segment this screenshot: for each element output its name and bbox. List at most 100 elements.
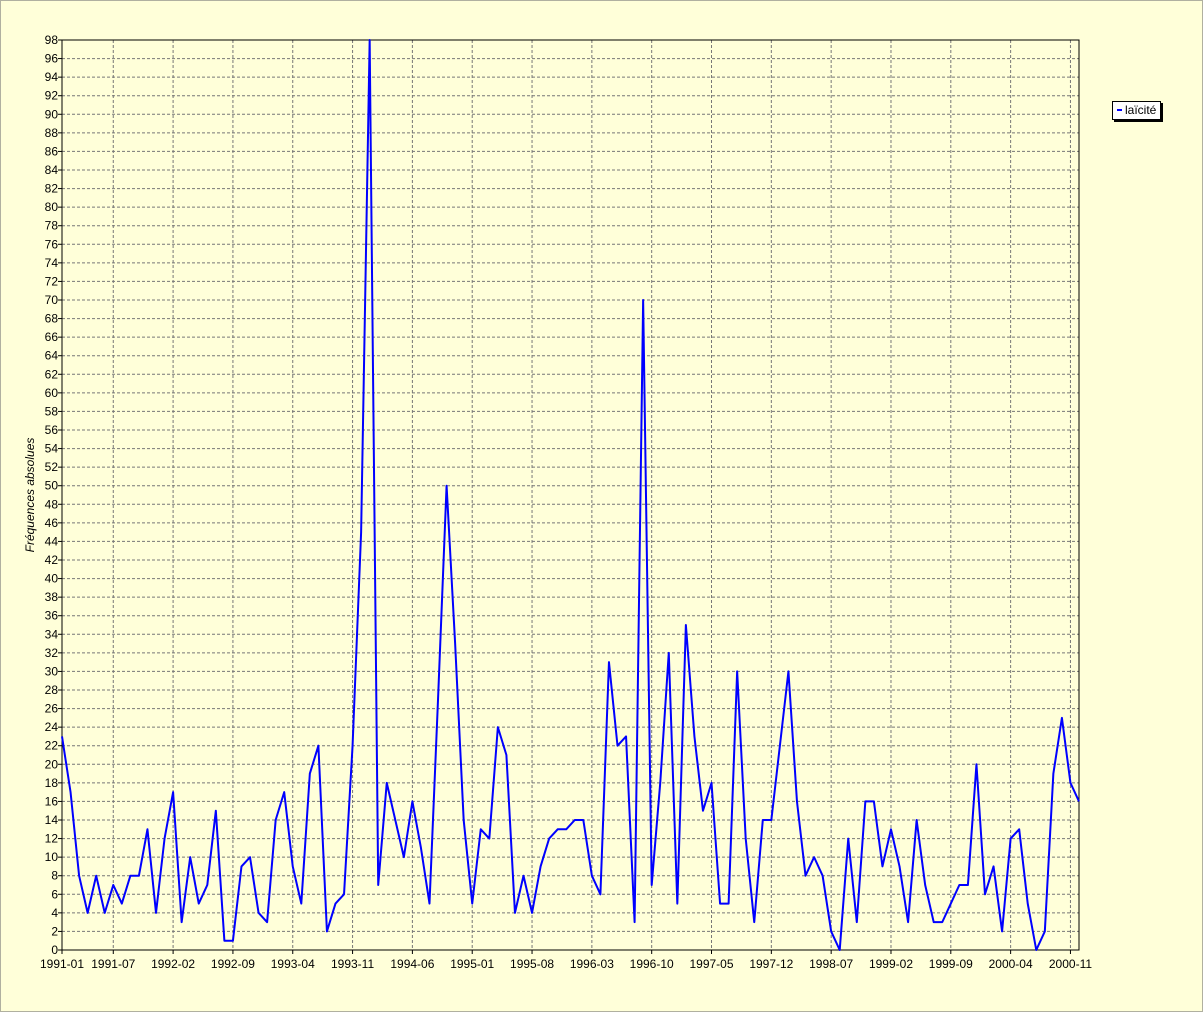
y-tick-label: 86 xyxy=(45,144,59,158)
y-tick-label: 34 xyxy=(45,627,59,641)
data-point xyxy=(787,670,789,672)
data-point xyxy=(523,875,525,877)
data-point xyxy=(87,912,89,914)
y-tick-label: 60 xyxy=(45,386,59,400)
y-tick-label: 22 xyxy=(45,739,59,753)
y-tick-label: 50 xyxy=(45,479,59,493)
x-tick-label: 1992-09 xyxy=(211,957,255,971)
data-point xyxy=(488,838,490,840)
data-point xyxy=(138,875,140,877)
y-tick-label: 96 xyxy=(45,52,59,66)
y-tick-label: 98 xyxy=(45,33,59,47)
data-point xyxy=(975,763,977,765)
data-point xyxy=(796,800,798,802)
data-point xyxy=(240,865,242,867)
data-point xyxy=(189,856,191,858)
data-point xyxy=(343,893,345,895)
y-tick-label: 44 xyxy=(45,534,59,548)
data-point xyxy=(847,838,849,840)
data-point xyxy=(454,643,456,645)
x-tick-label: 1995-01 xyxy=(450,957,494,971)
data-point xyxy=(181,921,183,923)
y-tick-label: 52 xyxy=(45,460,59,474)
data-point xyxy=(582,819,584,821)
y-tick-label: 42 xyxy=(45,553,59,567)
data-point xyxy=(104,912,106,914)
data-point xyxy=(198,903,200,905)
data-point xyxy=(1027,903,1029,905)
data-point xyxy=(1061,717,1063,719)
data-point xyxy=(693,735,695,737)
data-point xyxy=(309,773,311,775)
y-tick-label: 72 xyxy=(45,274,59,288)
data-point xyxy=(916,819,918,821)
data-point xyxy=(565,828,567,830)
y-tick-label: 82 xyxy=(45,182,59,196)
data-point xyxy=(967,884,969,886)
data-point xyxy=(317,745,319,747)
data-point xyxy=(984,893,986,895)
data-point xyxy=(360,531,362,533)
data-point xyxy=(634,921,636,923)
x-tick-label: 1996-10 xyxy=(630,957,674,971)
line-chart: 0246810121416182022242628303234363840424… xyxy=(0,0,1203,1012)
data-point xyxy=(155,912,157,914)
data-point xyxy=(770,819,772,821)
data-point xyxy=(574,819,576,821)
data-point xyxy=(830,930,832,932)
data-point xyxy=(557,828,559,830)
y-tick-label: 46 xyxy=(45,516,59,530)
y-tick-label: 2 xyxy=(51,924,58,938)
y-tick-label: 28 xyxy=(45,683,59,697)
data-point xyxy=(856,921,858,923)
y-tick-label: 74 xyxy=(45,256,59,270)
data-point xyxy=(334,903,336,905)
y-tick-label: 8 xyxy=(51,869,58,883)
y-tick-label: 58 xyxy=(45,404,59,418)
y-tick-label: 26 xyxy=(45,702,59,716)
data-point xyxy=(958,884,960,886)
x-tick-label: 2000-11 xyxy=(1049,957,1092,971)
y-tick-label: 88 xyxy=(45,126,59,140)
data-point xyxy=(762,819,764,821)
data-point xyxy=(352,745,354,747)
data-point xyxy=(711,782,713,784)
data-point xyxy=(172,791,174,793)
data-point xyxy=(428,903,430,905)
data-point xyxy=(540,865,542,867)
y-tick-label: 62 xyxy=(45,367,59,381)
data-point xyxy=(411,800,413,802)
data-point xyxy=(300,903,302,905)
data-point xyxy=(266,921,268,923)
data-point xyxy=(719,903,721,905)
data-point xyxy=(548,838,550,840)
legend: laïcité xyxy=(1112,101,1162,120)
data-point xyxy=(933,921,935,923)
data-point xyxy=(275,819,277,821)
data-point xyxy=(1001,930,1003,932)
x-tick-label: 1993-04 xyxy=(271,957,315,971)
data-point xyxy=(369,39,371,41)
data-point xyxy=(642,299,644,301)
y-tick-label: 92 xyxy=(45,89,59,103)
x-tick-label: 1998-07 xyxy=(809,957,853,971)
y-tick-label: 76 xyxy=(45,237,59,251)
data-point xyxy=(497,726,499,728)
y-tick-label: 54 xyxy=(45,442,59,456)
x-tick-label: 1999-09 xyxy=(929,957,973,971)
data-point xyxy=(78,875,80,877)
data-point xyxy=(112,884,114,886)
data-point xyxy=(839,949,841,951)
data-point xyxy=(514,912,516,914)
data-point xyxy=(941,921,943,923)
x-tick-label: 1992-02 xyxy=(151,957,195,971)
y-tick-label: 6 xyxy=(51,887,58,901)
data-point xyxy=(1052,773,1054,775)
data-point xyxy=(471,903,473,905)
x-tick-label: 1997-05 xyxy=(689,957,733,971)
x-tick-label: 1999-02 xyxy=(869,957,913,971)
data-point xyxy=(1078,800,1080,802)
data-point xyxy=(505,754,507,756)
data-point xyxy=(420,847,422,849)
data-point xyxy=(403,856,405,858)
